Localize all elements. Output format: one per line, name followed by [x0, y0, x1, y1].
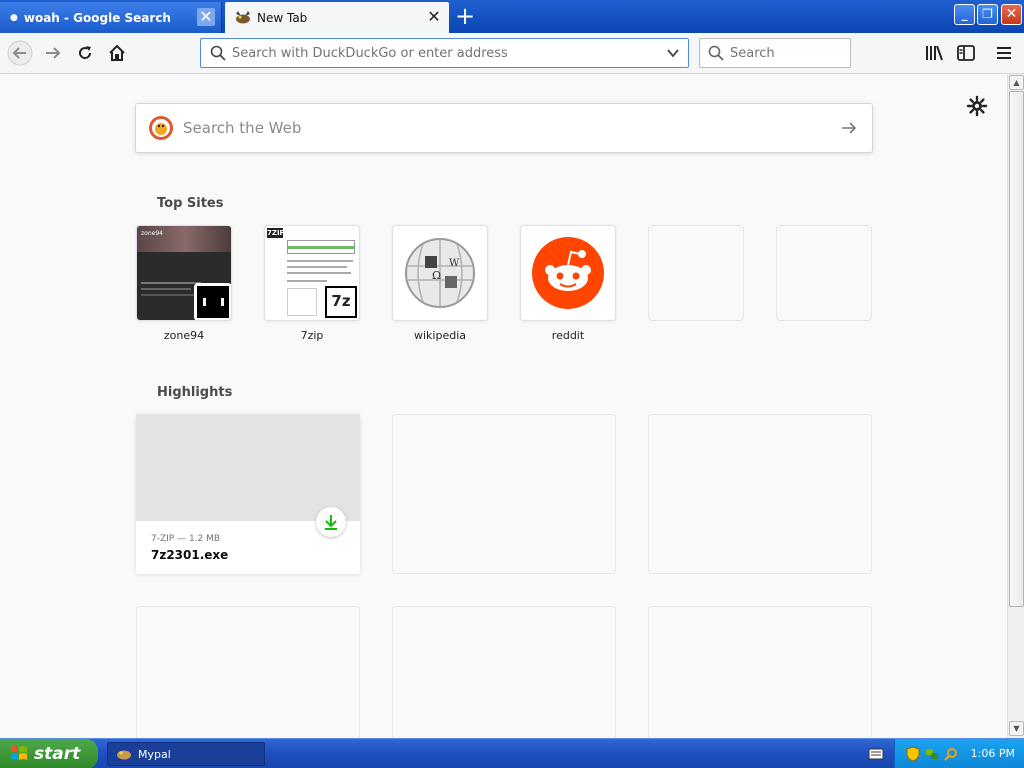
search-input[interactable]: [730, 45, 840, 61]
reddit-alien-icon: [532, 237, 604, 309]
restore-button[interactable]: ❐: [977, 4, 998, 25]
highlight-card-empty: [392, 414, 616, 574]
top-site-reddit[interactable]: reddit: [520, 225, 616, 342]
web-search-input[interactable]: [183, 119, 823, 137]
svg-text:Ω: Ω: [432, 269, 441, 282]
site-label: wikipedia: [413, 329, 466, 342]
highlight-card-empty: [648, 414, 872, 574]
zone94-icon: [194, 283, 231, 320]
home-icon: [109, 44, 125, 61]
tab-new-tab[interactable]: New Tab ✕: [225, 2, 449, 33]
scroll-thumb[interactable]: [1009, 91, 1024, 607]
reload-button[interactable]: [71, 39, 99, 67]
chevron-down-icon[interactable]: [666, 46, 680, 60]
network-icon[interactable]: [925, 747, 939, 761]
close-tab-button[interactable]: ✕: [197, 8, 215, 26]
system-tray: 1:06 PM: [894, 739, 1024, 768]
reload-icon: [79, 46, 92, 59]
duckduckgo-logo-icon: [149, 116, 173, 140]
start-label: start: [34, 744, 81, 764]
library-icon: [926, 45, 943, 61]
top-site-zone94[interactable]: zone94 zone94: [136, 225, 232, 342]
nav-toolbar: [0, 33, 1024, 74]
empty-tile: [776, 225, 872, 321]
new-tab-page: Top Sites zone94 zone94 7ZIP: [0, 74, 1007, 738]
scroll-up-arrow-icon[interactable]: ▲: [1009, 75, 1024, 90]
start-button[interactable]: start: [0, 739, 98, 768]
search-icon: [708, 45, 724, 61]
keyboard-icon[interactable]: [868, 748, 884, 760]
tab-strip: ● woah - Google Search ✕ New Tab ✕ + _ ❐…: [0, 0, 1024, 33]
vertical-scrollbar[interactable]: ▲ ▼: [1007, 74, 1024, 738]
card-meta: 7-ZIP — 1.2 MB: [151, 534, 221, 544]
clock: 1:06 PM: [970, 747, 1015, 760]
window-close-button[interactable]: ✕: [1001, 4, 1022, 25]
hamburger-menu-icon: [997, 47, 1011, 59]
7zip-icon: 7z: [322, 283, 359, 320]
home-button[interactable]: [103, 39, 131, 67]
menu-button[interactable]: [990, 39, 1018, 67]
highlight-card-empty: [392, 606, 616, 738]
highlight-card-empty: [648, 606, 872, 738]
card-filename: 7z2301.exe: [151, 548, 229, 562]
minimize-button[interactable]: _: [954, 4, 975, 25]
windows-logo-icon: [11, 746, 27, 760]
forward-button[interactable]: [39, 39, 67, 67]
taskbar-item-mypal[interactable]: Mypal: [107, 742, 265, 766]
download-badge: [316, 507, 346, 537]
site-label: 7zip: [300, 329, 324, 342]
wikipedia-globe-icon: Ω W: [405, 238, 475, 308]
back-arrow-icon: [7, 40, 33, 66]
url-input[interactable]: [232, 45, 662, 61]
back-button[interactable]: [6, 39, 34, 67]
new-tab-button[interactable]: +: [452, 4, 478, 30]
sidebar-button[interactable]: [952, 39, 980, 67]
site-thumbnail: 7ZIP 7z: [264, 225, 360, 321]
mypal-icon: [117, 750, 131, 760]
dot-icon: ●: [10, 12, 18, 23]
site-label: zone94: [163, 329, 205, 342]
url-bar[interactable]: [200, 38, 689, 68]
arrow-right-icon[interactable]: [840, 119, 858, 137]
close-tab-button[interactable]: ✕: [425, 8, 443, 26]
tab-google-search[interactable]: ● woah - Google Search ✕: [0, 2, 222, 33]
download-icon: [325, 515, 337, 530]
sidebar-icon: [957, 45, 975, 61]
security-shield-icon[interactable]: [906, 746, 920, 762]
empty-tile: [648, 225, 744, 321]
search-icon: [210, 45, 226, 61]
site-label: reddit: [551, 329, 585, 342]
site-thumbnail: Ω W: [392, 225, 488, 321]
top-sites-heading: Top Sites: [157, 196, 224, 211]
scroll-down-arrow-icon[interactable]: ▼: [1009, 721, 1024, 736]
web-search-box[interactable]: [135, 103, 873, 153]
tab-title: woah - Google Search: [23, 10, 171, 25]
taskbar: start Mypal 1:06 PM: [0, 738, 1024, 768]
mypal-icon: [236, 10, 250, 23]
highlight-card-empty: [136, 606, 360, 738]
site-thumbnail: [520, 225, 616, 321]
library-button[interactable]: [920, 39, 948, 67]
gear-icon[interactable]: [966, 95, 988, 117]
search-bar[interactable]: [699, 38, 851, 68]
card-preview: [136, 414, 360, 521]
site-thumbnail: zone94: [136, 225, 232, 321]
magnifier-icon[interactable]: [944, 747, 958, 761]
top-site-empty-slot: [648, 225, 744, 321]
svg-text:W: W: [449, 258, 460, 269]
top-site-empty-slot: [776, 225, 872, 321]
highlight-card-download[interactable]: 7-ZIP — 1.2 MB 7z2301.exe: [136, 414, 360, 574]
highlights-heading: Highlights: [157, 385, 233, 400]
forward-arrow-icon: [46, 47, 61, 59]
top-site-7zip[interactable]: 7ZIP 7z 7zip: [264, 225, 360, 342]
tab-title: New Tab: [257, 10, 308, 25]
top-site-wikipedia[interactable]: Ω W wikipedia: [392, 225, 488, 342]
task-item-label: Mypal: [138, 747, 171, 761]
